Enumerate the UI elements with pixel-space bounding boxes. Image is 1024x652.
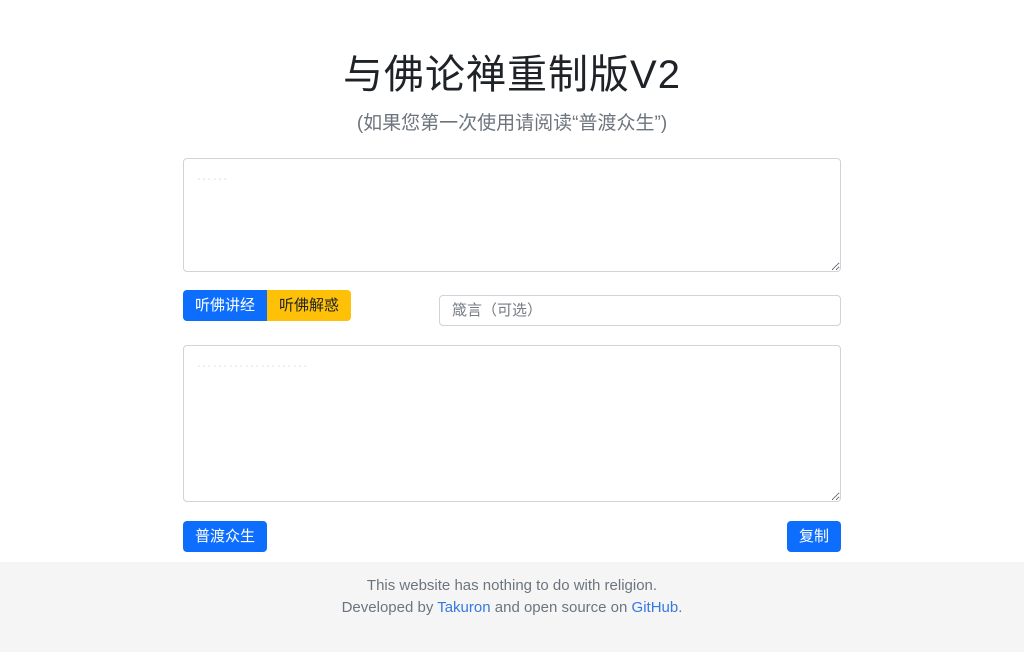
page-header: 与佛论禅重制版V2 (如果您第一次使用请阅读“普渡众生”) [0,0,1024,135]
footer-period-text: . [678,599,682,616]
result-textarea[interactable] [183,345,841,502]
footer: This website has nothing to do with reli… [0,562,1024,652]
mode-and-motto-row: 听佛讲经 听佛解惑 [183,290,841,326]
mode-listen-sutra-button[interactable]: 听佛讲经 [183,290,267,321]
footer-developed-by-text: Developed by [342,599,438,616]
footer-credits: Developed by Takuron and open source on … [0,599,1024,616]
motto-input[interactable] [439,295,841,326]
page-title: 与佛论禅重制版V2 [0,42,1024,100]
actions-row: 普渡众生 复制 [183,521,841,552]
source-textarea[interactable] [183,158,841,272]
copy-button[interactable]: 复制 [787,521,841,552]
footer-open-source-text: and open source on [491,599,632,616]
main-content: 听佛讲经 听佛解惑 普渡众生 复制 [183,135,841,552]
takuron-link[interactable]: Takuron [437,599,490,616]
mode-solve-doubts-button[interactable]: 听佛解惑 [267,290,351,321]
mode-button-group: 听佛讲经 听佛解惑 [183,290,351,321]
page: 与佛论禅重制版V2 (如果您第一次使用请阅读“普渡众生”) 听佛讲经 听佛解惑 … [0,0,1024,652]
github-link[interactable]: GitHub [632,599,679,616]
footer-disclaimer: This website has nothing to do with reli… [0,577,1024,594]
page-subtitle: (如果您第一次使用请阅读“普渡众生”) [0,108,1024,135]
execute-button[interactable]: 普渡众生 [183,521,267,552]
